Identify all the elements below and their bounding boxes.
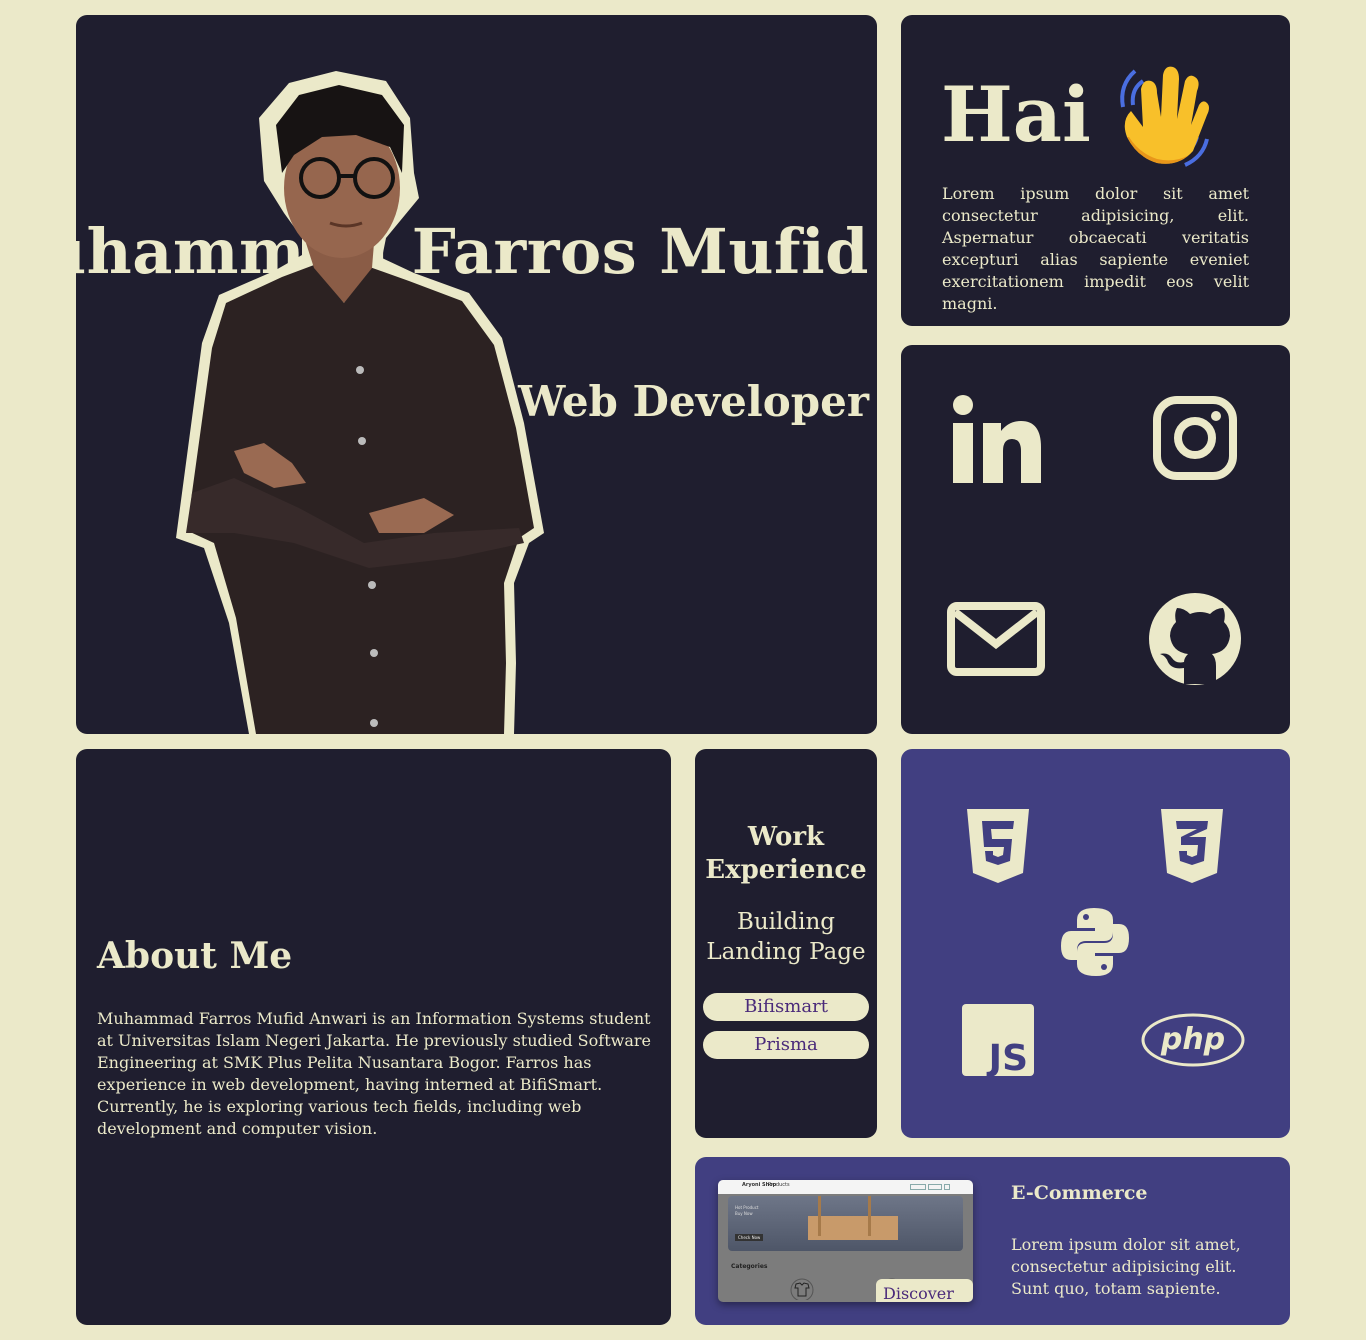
- php-icon: php: [1141, 1013, 1245, 1067]
- work-heading: Work Experience: [705, 822, 867, 885]
- screenshot-login-box: [928, 1184, 942, 1190]
- screenshot-hero-button: Check Now: [735, 1234, 764, 1241]
- screenshot-register-box: [910, 1184, 926, 1190]
- project-screenshot: Aryoni Shop Products Hot Product Buy Now…: [718, 1180, 973, 1302]
- greeting-title: Hai: [941, 59, 1209, 169]
- screenshot-navbar: Aryoni Shop Products: [718, 1180, 973, 1194]
- tech-stack-card: JS php: [901, 749, 1290, 1138]
- project-description: Lorem ipsum dolor sit amet, consectetur …: [1011, 1235, 1241, 1298]
- github-icon[interactable]: [1140, 584, 1250, 694]
- project-title: E-Commerce: [1011, 1182, 1148, 1204]
- work-experience-card: Work Experience Building Landing Page Bi…: [695, 749, 877, 1138]
- portrait-photo: [176, 71, 544, 734]
- discover-button[interactable]: Discover It: [876, 1279, 973, 1302]
- javascript-icon: JS: [962, 1004, 1034, 1076]
- screenshot-nav: Products: [768, 1182, 790, 1188]
- css3-icon: [1161, 809, 1223, 883]
- greeting-card: Hai Lorem ipsum dolor sit amet consectet…: [901, 15, 1290, 326]
- waving-hand-icon: [1120, 66, 1209, 167]
- work-project: Building Landing Page: [706, 909, 866, 965]
- greeting-description: Lorem ipsum dolor sit amet consectetur a…: [942, 184, 1249, 313]
- svg-text:php: php: [1160, 1022, 1225, 1057]
- screenshot-section-title: Categories: [731, 1263, 768, 1270]
- html5-icon: [967, 809, 1029, 883]
- python-icon: [1061, 908, 1129, 976]
- about-heading: About Me: [97, 935, 293, 977]
- social-card: [901, 345, 1290, 734]
- about-text: Muhammad Farros Mufid Anwari is an Infor…: [97, 1009, 651, 1138]
- screenshot-product-image: [808, 1216, 898, 1240]
- screenshot-cart-box: [944, 1184, 950, 1190]
- screenshot-hero-line2: Buy Now: [735, 1211, 753, 1216]
- linkedin-icon[interactable]: [941, 383, 1051, 493]
- company-pill-bifismart[interactable]: Bifismart: [703, 993, 869, 1021]
- instagram-icon[interactable]: [1140, 383, 1250, 493]
- svg-text:JS: JS: [986, 1038, 1028, 1076]
- email-icon[interactable]: [941, 584, 1051, 694]
- shirt-icon: [790, 1278, 814, 1300]
- company-pill-prisma[interactable]: Prisma: [703, 1031, 869, 1059]
- project-card: Aryoni Shop Products Hot Product Buy Now…: [695, 1157, 1290, 1325]
- screenshot-hero-line1: Hot Product: [735, 1205, 759, 1210]
- greeting-text: Hai: [941, 69, 1091, 159]
- hero-card: Muhammad Farros Mufid Junior Web Develop…: [76, 15, 877, 734]
- screenshot-hero: Hot Product Buy Now Check Now: [728, 1196, 963, 1251]
- about-card: About Me Muhammad Farros Mufid Anwari is…: [76, 749, 671, 1325]
